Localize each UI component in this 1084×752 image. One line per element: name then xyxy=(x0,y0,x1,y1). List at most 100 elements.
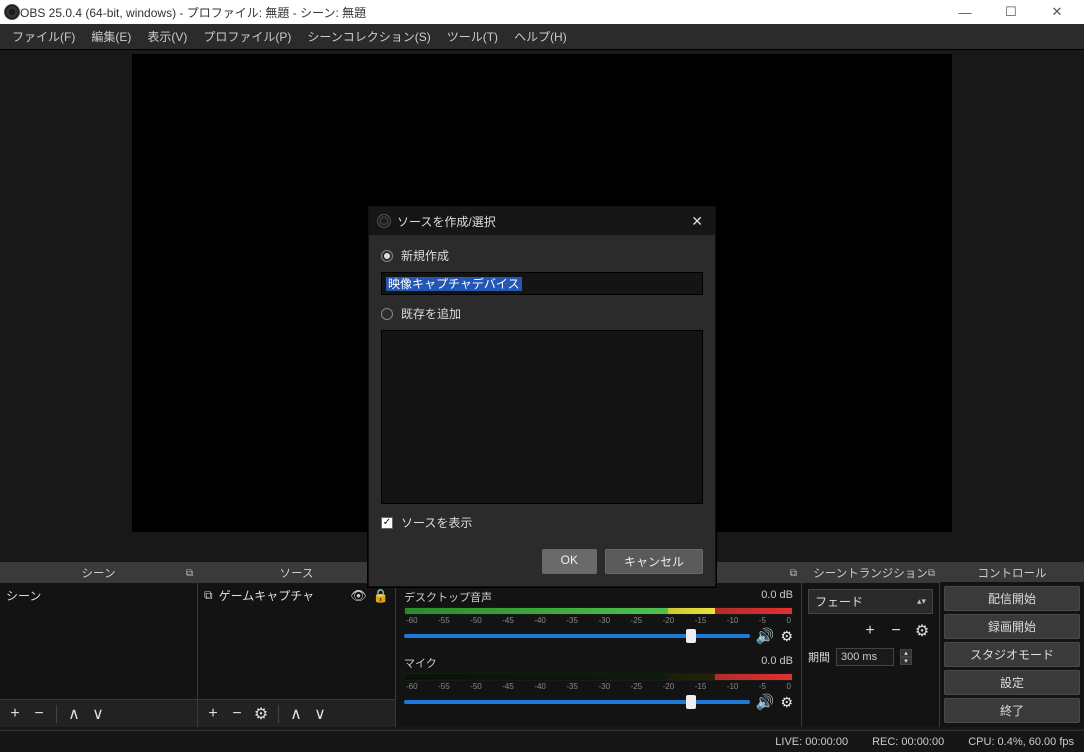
menu-view[interactable]: 表示(V) xyxy=(139,24,195,50)
close-button[interactable]: ✕ xyxy=(1034,0,1080,24)
menubar: ファイル(F) 編集(E) 表示(V) プロファイル(P) シーンコレクション(… xyxy=(0,24,1084,50)
transitions-panel: シーントランジション ⧉ フェード ▴▾ + − ⚙ 期間 300 ms ▴ ▾ xyxy=(802,563,940,727)
popout-icon[interactable]: ⧉ xyxy=(928,568,935,579)
transitions-title: シーントランジション xyxy=(813,565,927,581)
remove-source-button[interactable]: − xyxy=(226,703,248,725)
show-source-row[interactable]: ✓ ソースを表示 xyxy=(381,514,703,531)
volume-slider[interactable] xyxy=(404,634,750,638)
source-up-button[interactable]: ∧ xyxy=(285,703,307,725)
scene-down-button[interactable]: ∨ xyxy=(87,703,109,725)
speaker-icon[interactable]: 🔊 xyxy=(756,627,775,645)
add-scene-button[interactable]: + xyxy=(4,703,26,725)
app-logo-icon xyxy=(4,4,20,20)
radio-existing-label: 既存を追加 xyxy=(401,305,461,322)
radio-new-row[interactable]: 新規作成 xyxy=(381,247,703,264)
dialog-logo-icon xyxy=(377,214,391,228)
remove-scene-button[interactable]: − xyxy=(28,703,50,725)
menu-scene-collection[interactable]: シーンコレクション(S) xyxy=(299,24,438,50)
menu-profile[interactable]: プロファイル(P) xyxy=(195,24,299,50)
dialog-close-button[interactable]: ✕ xyxy=(687,213,707,230)
meter-ticks: -60-55-50-45-40-35-30-25-20-15-10-50 xyxy=(404,616,793,625)
sources-panel: ソース ⧉ ⧉ ゲームキャプチャ 👁 🔒 + − ⚙ ∧ ∨ xyxy=(198,563,396,727)
settings-button[interactable]: 設定 xyxy=(944,670,1080,695)
remove-transition-button[interactable]: − xyxy=(885,620,907,642)
sources-header: ソース ⧉ xyxy=(198,563,395,583)
titlebar: OBS 25.0.4 (64-bit, windows) - プロファイル: 無… xyxy=(0,0,1084,24)
menu-edit[interactable]: 編集(E) xyxy=(83,24,139,50)
duration-input[interactable]: 300 ms xyxy=(836,648,894,666)
status-live: LIVE: 00:00:00 xyxy=(775,736,848,748)
controls-title: コントロール xyxy=(978,565,1047,581)
popout-icon[interactable]: ⧉ xyxy=(186,568,193,579)
menu-tools[interactable]: ツール(T) xyxy=(439,24,506,50)
chevron-updown-icon: ▴▾ xyxy=(917,596,926,607)
transition-select[interactable]: フェード ▴▾ xyxy=(808,589,933,614)
studio-mode-button[interactable]: スタジオモード xyxy=(944,642,1080,667)
add-transition-button[interactable]: + xyxy=(859,620,881,642)
channel-name: デスクトップ音声 xyxy=(404,589,492,605)
scene-up-button[interactable]: ∧ xyxy=(63,703,85,725)
scenes-list[interactable]: シーン xyxy=(0,583,197,699)
speaker-icon[interactable]: 🔊 xyxy=(756,693,775,711)
gear-icon[interactable]: ⚙ xyxy=(780,628,793,645)
scenes-panel: シーン ⧉ シーン + − ∧ ∨ xyxy=(0,563,198,727)
mixer-channel: デスクトップ音声 0.0 dB -60-55-50-45-40-35-30-25… xyxy=(404,589,793,645)
controls-header: コントロール xyxy=(940,563,1084,582)
source-item[interactable]: ⧉ ゲームキャプチャ 👁 🔒 xyxy=(198,583,395,608)
ok-button[interactable]: OK xyxy=(542,549,597,574)
dialog-title: ソースを作成/選択 xyxy=(397,213,496,230)
duration-down-button[interactable]: ▾ xyxy=(900,657,912,665)
transition-settings-button[interactable]: ⚙ xyxy=(911,620,933,642)
controls-panel: コントロール 配信開始 録画開始 スタジオモード 設定 終了 xyxy=(940,563,1084,727)
mixer-panel: 音声ミキサー ⧉ デスクトップ音声 0.0 dB -60-55-50-45-40… xyxy=(396,563,802,727)
create-source-dialog: ソースを作成/選択 ✕ 新規作成 映像キャプチャデバイス 既存を追加 ✓ ソース… xyxy=(368,206,716,587)
source-item-label: ゲームキャプチャ xyxy=(219,587,315,604)
audio-meter xyxy=(404,673,793,681)
source-name-input[interactable]: 映像キャプチャデバイス xyxy=(381,272,703,295)
status-rec: REC: 00:00:00 xyxy=(872,736,944,748)
radio-icon xyxy=(381,308,393,320)
channel-name: マイク xyxy=(404,655,437,671)
radio-icon xyxy=(381,250,393,262)
maximize-button[interactable]: ☐ xyxy=(988,0,1034,24)
radio-new-label: 新規作成 xyxy=(401,247,449,264)
channel-db: 0.0 dB xyxy=(761,589,793,605)
add-source-button[interactable]: + xyxy=(202,703,224,725)
meter-ticks: -60-55-50-45-40-35-30-25-20-15-10-50 xyxy=(404,682,793,691)
scenes-title: シーン xyxy=(82,565,116,581)
mixer-body: デスクトップ音声 0.0 dB -60-55-50-45-40-35-30-25… xyxy=(396,583,801,727)
existing-sources-listbox[interactable] xyxy=(381,330,703,504)
audio-meter xyxy=(404,607,793,615)
sources-title: ソース xyxy=(280,565,314,581)
menu-file[interactable]: ファイル(F) xyxy=(4,24,83,50)
menu-help[interactable]: ヘルプ(H) xyxy=(506,24,575,50)
transitions-header: シーントランジション ⧉ xyxy=(802,563,939,583)
checkbox-icon: ✓ xyxy=(381,517,393,529)
volume-slider[interactable] xyxy=(404,700,750,704)
minimize-button[interactable]: — xyxy=(942,0,988,24)
duration-label: 期間 xyxy=(808,649,830,665)
scenes-header: シーン ⧉ xyxy=(0,563,197,583)
exit-button[interactable]: 終了 xyxy=(944,698,1080,723)
window-title: OBS 25.0.4 (64-bit, windows) - プロファイル: 無… xyxy=(20,4,942,21)
statusbar: LIVE: 00:00:00 REC: 00:00:00 CPU: 0.4%, … xyxy=(0,730,1084,752)
sources-list[interactable]: ⧉ ゲームキャプチャ 👁 🔒 xyxy=(198,583,395,699)
start-stream-button[interactable]: 配信開始 xyxy=(944,586,1080,611)
source-down-button[interactable]: ∨ xyxy=(309,703,331,725)
start-record-button[interactable]: 録画開始 xyxy=(944,614,1080,639)
popout-icon[interactable]: ⧉ xyxy=(790,568,797,579)
show-source-label: ソースを表示 xyxy=(401,514,472,531)
duration-up-button[interactable]: ▴ xyxy=(900,649,912,657)
visibility-icon[interactable]: 👁 xyxy=(350,588,367,604)
lock-icon[interactable]: 🔒 xyxy=(373,588,389,604)
mixer-channel: マイク 0.0 dB -60-55-50-45-40-35-30-25-20-1… xyxy=(404,655,793,711)
radio-existing-row[interactable]: 既存を追加 xyxy=(381,305,703,322)
status-cpu: CPU: 0.4%, 60.00 fps xyxy=(968,736,1074,748)
source-properties-button[interactable]: ⚙ xyxy=(250,703,272,725)
cancel-button[interactable]: キャンセル xyxy=(605,549,703,574)
source-name-value: 映像キャプチャデバイス xyxy=(386,277,522,291)
gear-icon[interactable]: ⚙ xyxy=(780,694,793,711)
source-type-icon: ⧉ xyxy=(204,588,213,603)
channel-db: 0.0 dB xyxy=(761,655,793,671)
scene-item[interactable]: シーン xyxy=(0,583,197,608)
